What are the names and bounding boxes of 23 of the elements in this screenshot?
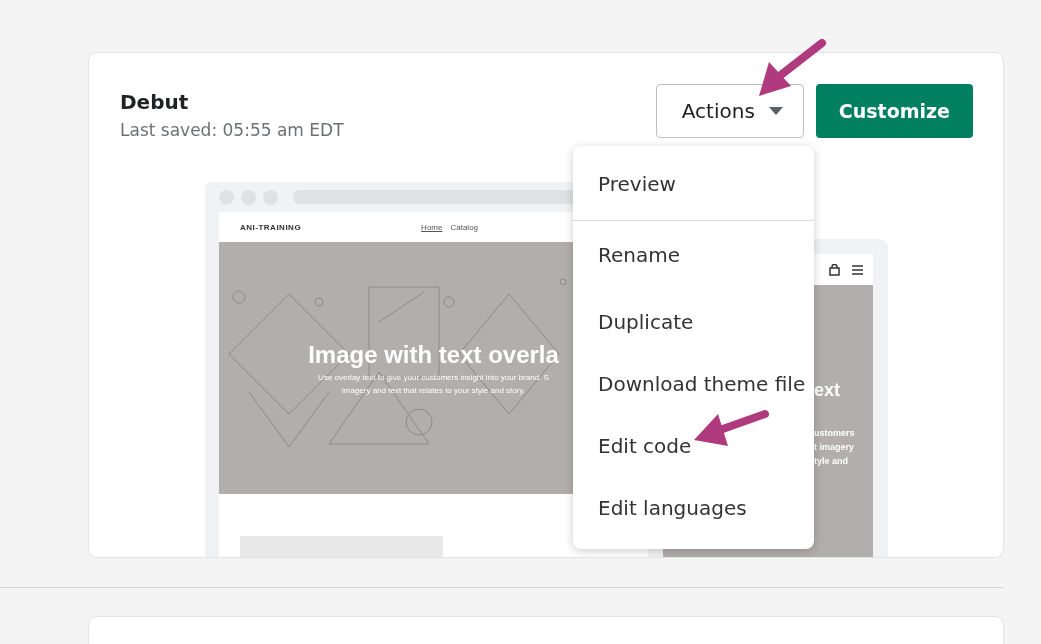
hero-text: Use overlay text to give your customers insight into your brand. S bbox=[318, 373, 549, 382]
menu-item[interactable]: Duplicate bbox=[573, 291, 814, 353]
menu-item[interactable]: Rename bbox=[573, 223, 814, 291]
hero-text: tyle and bbox=[814, 455, 849, 468]
hero-text: ustomers bbox=[814, 427, 856, 440]
customize-button[interactable]: Customize bbox=[815, 84, 973, 138]
theme-name: Debut bbox=[120, 90, 190, 114]
hero-text: imagery and text that relates to your style and story. bbox=[341, 386, 526, 395]
menu-item[interactable]: Download theme file bbox=[573, 353, 814, 415]
actions-button[interactable]: Actions bbox=[655, 84, 804, 138]
caret-icon bbox=[768, 107, 783, 115]
menu-item[interactable]: Preview bbox=[573, 152, 814, 220]
menu-icon bbox=[852, 264, 863, 275]
nav-link[interactable]: Catalog bbox=[450, 222, 479, 232]
bag-icon bbox=[829, 263, 840, 276]
nav-link[interactable]: Home bbox=[421, 222, 443, 232]
menu-item[interactable]: Edit languages bbox=[573, 477, 814, 539]
store-name: ANI-TRAINING bbox=[240, 222, 302, 232]
last-saved: Last saved: 05:55 am EDT bbox=[120, 120, 344, 140]
hero-title: ext bbox=[814, 380, 841, 401]
menu-item[interactable]: Edit code bbox=[573, 415, 814, 477]
hero-title: Image with text overla bbox=[308, 341, 559, 369]
hero-text: t imagery bbox=[814, 441, 856, 454]
